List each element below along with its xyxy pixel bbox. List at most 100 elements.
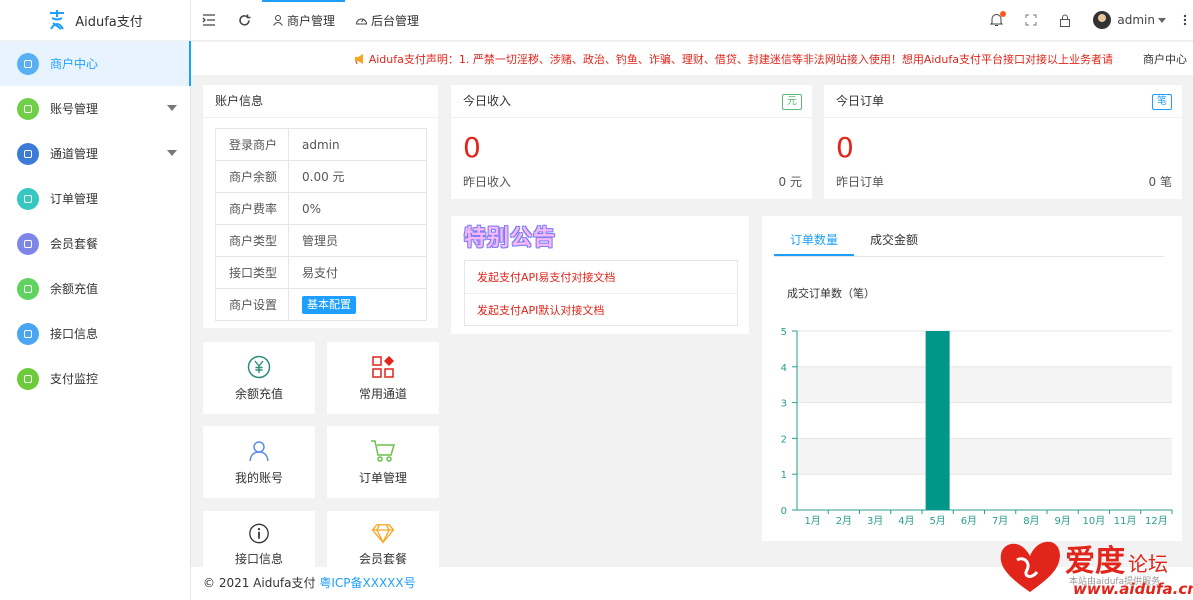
cart-icon	[371, 439, 396, 462]
sidebar-item-0[interactable]: 商户中心	[0, 41, 191, 86]
x-tick-label: 5月	[929, 515, 945, 527]
card-title: 今日订单	[824, 85, 1182, 118]
fullscreen-icon	[1025, 14, 1037, 26]
table-row: 商户费率 0%	[215, 192, 427, 225]
special-notice-title: 特别公告	[464, 226, 557, 251]
unit-badge: 笔	[1152, 94, 1172, 110]
tab-deal-amount[interactable]: 成交金额	[854, 227, 934, 256]
row-value: 0%	[288, 192, 427, 225]
row-value: 基本配置	[288, 288, 427, 321]
menu-icon	[17, 97, 39, 120]
doc-link-default[interactable]: 发起支付API默认对接文档	[465, 294, 737, 327]
brand-icon	[50, 10, 65, 30]
card-title: 今日收入	[451, 85, 812, 118]
tab-admin-manage[interactable]: 后台管理	[345, 0, 429, 41]
refresh-button[interactable]	[227, 0, 262, 41]
fullscreen-button[interactable]	[1014, 0, 1048, 41]
doc-link-list: 发起支付API易支付对接文档 发起支付API默认对接文档	[464, 260, 738, 326]
row-key: 接口类型	[215, 256, 289, 289]
yesterday-orders-value: 0 笔	[1148, 175, 1172, 189]
x-tick-label: 4月	[898, 515, 914, 527]
grid-band	[797, 438, 1172, 475]
notification-dot	[1000, 10, 1007, 17]
sidebar-menu: 商户中心账号管理通道管理 订单管理 会员套餐 余额充值 接口信息支付监控	[0, 41, 191, 401]
quick-api-info-tile[interactable]: 接口信息	[203, 511, 315, 567]
more-vertical-icon	[1183, 14, 1187, 26]
y-tick-label: 3	[781, 399, 787, 410]
table-row: 登录商户 admin	[215, 128, 427, 161]
account-info-card: 账户信息 登录商户 admin 商户余额 0.00 元商户费率 0% 商户类型 管理员 接口类…	[203, 85, 438, 328]
sidebar-item-1[interactable]: 账号管理	[0, 86, 190, 131]
quick-membership-tile[interactable]: 会员套餐	[327, 511, 439, 567]
heart-logo-icon	[1000, 541, 1060, 592]
avatar	[1093, 11, 1112, 29]
copyright-text: © 2021 Aidufa支付	[203, 576, 316, 590]
row-key: 商户费率	[215, 192, 289, 225]
chevron-down-icon	[167, 150, 177, 156]
sidebar-item-7[interactable]: 支付监控	[0, 356, 190, 401]
yesterday-income-label: 昨日收入	[463, 175, 512, 189]
brand-logo[interactable]: Aidufa支付	[0, 0, 190, 41]
quick-channels-tile[interactable]: 常用通道	[327, 342, 439, 414]
table-row: 商户余额 0.00 元	[215, 160, 427, 193]
x-tick-label: 12月	[1145, 515, 1168, 527]
card-title: 账户信息	[203, 85, 438, 118]
special-notice-card: 特别公告 发起支付API易支付对接文档 发起支付API默认对接文档	[451, 216, 749, 334]
menu-icon	[17, 52, 39, 75]
bar-5月	[925, 331, 950, 510]
sidebar-item-4[interactable]: 会员套餐	[0, 221, 190, 266]
tab-label: 后台管理	[371, 13, 420, 28]
today-orders-value: 0	[836, 131, 854, 164]
tile-label: 我的账号	[234, 470, 283, 485]
notification-button[interactable]	[979, 0, 1014, 41]
y-tick-label: 1	[781, 470, 787, 481]
menu-icon	[17, 367, 39, 390]
quick-account-tile[interactable]: 我的账号	[203, 426, 315, 498]
current-page-label: 商户中心	[1135, 50, 1187, 67]
x-tick-label: 7月	[992, 515, 1008, 527]
yuan-icon	[247, 355, 271, 378]
chevron-down-icon	[167, 105, 177, 111]
x-tick-label: 1月	[804, 515, 820, 527]
menu-icon	[17, 232, 39, 255]
yesterday-orders-label: 昨日订单	[836, 175, 885, 189]
sidebar-item-5[interactable]: 余额充值	[0, 266, 190, 311]
icp-link[interactable]: 粤ICP备XXXXX号	[319, 576, 415, 590]
row-key: 商户设置	[215, 288, 289, 321]
sidebar-item-6[interactable]: 接口信息	[0, 311, 190, 356]
menu-icon	[17, 187, 39, 210]
quick-recharge-tile[interactable]: 余额充值	[203, 342, 315, 414]
x-tick-label: 11月	[1114, 515, 1137, 527]
tile-label: 订单管理	[358, 470, 407, 485]
user-menu[interactable]: admin	[1082, 0, 1177, 41]
row-value: 易支付	[288, 256, 427, 289]
info-icon	[249, 523, 269, 544]
more-button[interactable]	[1177, 0, 1193, 41]
quick-orders-tile[interactable]: 订单管理	[327, 426, 439, 498]
menu-icon	[17, 142, 39, 165]
y-tick-label: 0	[781, 506, 787, 517]
sidebar-item-3[interactable]: 订单管理	[0, 176, 190, 221]
sidebar-item-2[interactable]: 通道管理	[0, 131, 190, 176]
watermark-url: www.aidufa.cn	[1073, 580, 1193, 598]
sidebar-item-label: 账号管理	[50, 102, 99, 116]
unit-badge: 元	[782, 94, 802, 110]
tab-merchant-manage[interactable]: 商户管理	[262, 0, 346, 41]
site-watermark: 爱度 论坛 本站由aidufa提供服务 www.aidufa.cn	[993, 532, 1193, 600]
sidebar: Aidufa支付 商户中心账号管理通道管理 订单管理 会员套餐 余额充值 接口信息支付监…	[0, 0, 191, 600]
notice-marquee: Aidufa支付声明：1. 严禁一切淫秽、涉赌、政治、钓鱼、诈骗、理财、借贷、封…	[354, 51, 1113, 67]
x-tick-label: 3月	[867, 515, 883, 527]
sidebar-item-label: 支付监控	[50, 372, 99, 386]
table-row: 商户类型 管理员	[215, 224, 427, 257]
sidebar-item-label: 商户中心	[50, 57, 99, 71]
menu-toggle-button[interactable]	[191, 0, 227, 41]
basic-config-button[interactable]: 基本配置	[302, 295, 356, 314]
user-icon	[273, 15, 283, 26]
lock-screen-button[interactable]	[1048, 0, 1082, 41]
table-row: 接口类型 易支付	[215, 256, 427, 289]
doc-link-epay[interactable]: 发起支付API易支付对接文档	[465, 261, 737, 294]
notice-bar: Aidufa支付声明：1. 严禁一切淫秽、涉赌、政治、钓鱼、诈骗、理财、借贷、封…	[191, 42, 1193, 75]
yesterday-income-value: 0 元	[778, 175, 802, 189]
y-tick-label: 5	[781, 327, 787, 338]
tab-order-count[interactable]: 订单数量	[774, 227, 855, 256]
